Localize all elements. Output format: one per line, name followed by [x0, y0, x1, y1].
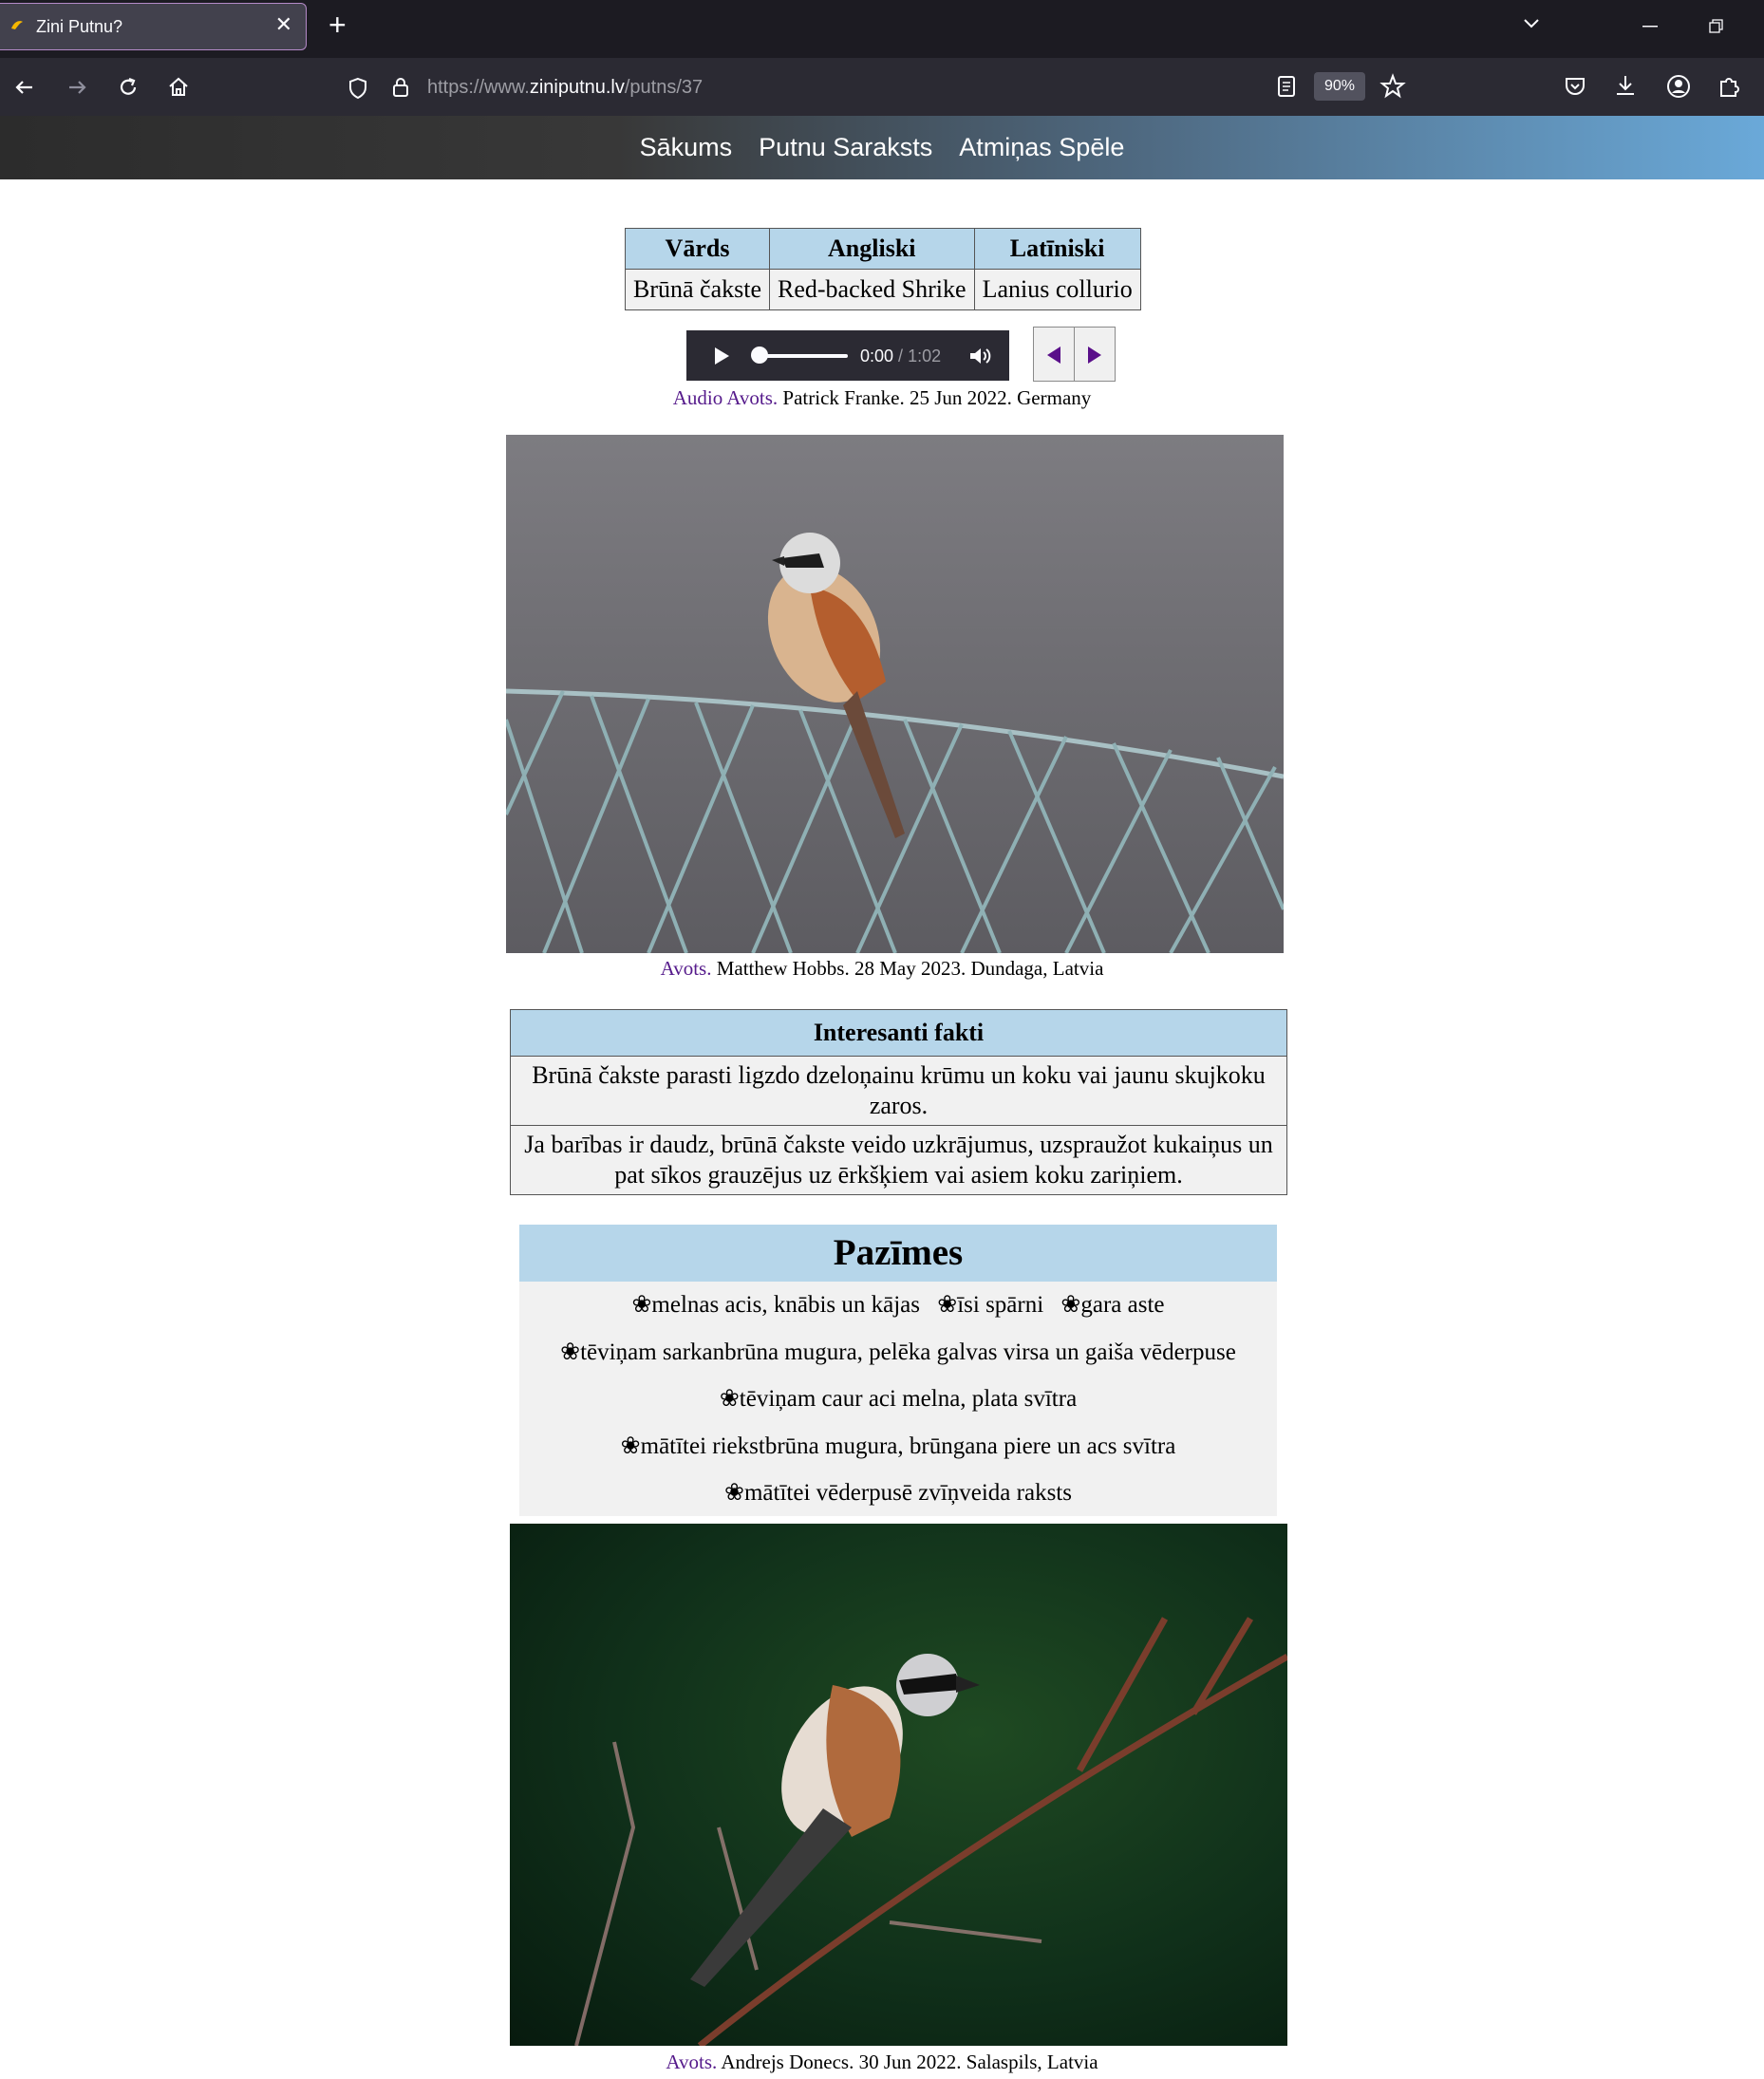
photo1-credit-text: Matthew Hobbs. 28 May 2023. Dundaga, Lat…	[711, 957, 1104, 980]
url-host: ziniputnu.lv	[529, 77, 625, 98]
arrow-right-icon	[1088, 346, 1101, 364]
name-latvian: Brūnā čakste	[624, 269, 771, 310]
browser-toolbar: https://www.ziniputnu.lv/putns/37 90%	[0, 58, 1764, 116]
facts-header: Interesanti fakti	[510, 1009, 1287, 1057]
bookmark-star-icon[interactable]	[1379, 73, 1406, 100]
header-latin: Latīniski	[973, 228, 1141, 270]
reader-view-icon[interactable]	[1276, 74, 1297, 99]
photo1-source-link[interactable]: Avots.	[661, 957, 712, 980]
photo1-credit: Avots. Matthew Hobbs. 28 May 2023. Dunda…	[0, 957, 1764, 981]
bird-favicon-icon	[11, 21, 23, 29]
feature-row: ❀melnas acis, knābis un kājas ❀īsi spārn…	[519, 1282, 1277, 1329]
audio-time: 0:00 / 1:02	[860, 346, 941, 366]
forward-icon[interactable]	[64, 74, 90, 101]
download-icon[interactable]	[1613, 73, 1638, 98]
audio-player: 0:00 / 1:02	[686, 330, 1009, 381]
restore-icon[interactable]	[1709, 19, 1724, 34]
bird-names-table: Vārds Angliski Latīniski Brūnā čakste Re…	[624, 228, 1141, 310]
name-latin: Lanius collurio	[973, 269, 1141, 310]
new-tab-button[interactable]: +	[328, 8, 347, 43]
tab-close-icon[interactable]: ✕	[275, 12, 292, 37]
zoom-level-button[interactable]: 90%	[1314, 72, 1365, 101]
site-navigation: Sākums Putnu Saraksts Atmiņas Spēle	[0, 116, 1764, 179]
home-icon[interactable]	[165, 74, 192, 101]
lock-icon[interactable]	[391, 76, 410, 99]
photo2-source-link[interactable]: Avots.	[666, 2051, 717, 2073]
audio-separator: /	[893, 346, 909, 365]
audio-current-time: 0:00	[860, 346, 894, 365]
feature-item: ❀gara aste	[1060, 1292, 1165, 1318]
nav-link-bird-list[interactable]: Putnu Saraksts	[759, 116, 932, 179]
audio-seek-handle[interactable]	[751, 346, 768, 364]
audio-credit-text: Patrick Franke. 25 Jun 2022. Germany	[778, 386, 1092, 409]
audio-credit: Audio Avots. Patrick Franke. 25 Jun 2022…	[0, 386, 1764, 410]
fact-item: Brūnā čakste parasti ligzdo dzeloņainu k…	[510, 1056, 1287, 1126]
header-english: Angliski	[769, 228, 975, 270]
url-text[interactable]: https://www.ziniputnu.lv/putns/37	[427, 77, 703, 99]
minimize-icon[interactable]	[1642, 26, 1658, 29]
photo2-credit: Avots. Andrejs Donecs. 30 Jun 2022. Sala…	[0, 2051, 1764, 2074]
bird-navigation-arrows	[1033, 327, 1117, 382]
header-name: Vārds	[624, 228, 771, 270]
audio-duration: 1:02	[908, 346, 942, 365]
next-bird-button[interactable]	[1074, 327, 1116, 382]
feature-item: ❀tēviņam caur aci melna, plata svītra	[719, 1386, 1078, 1412]
reload-icon[interactable]	[115, 74, 141, 101]
name-english: Red-backed Shrike	[769, 269, 975, 310]
fact-item: Ja barības ir daudz, brūnā čakste veido …	[510, 1125, 1287, 1195]
back-icon[interactable]	[11, 74, 38, 101]
nav-link-memory-game[interactable]: Atmiņas Spēle	[959, 116, 1124, 179]
feature-item: ❀mātītei riekstbrūna mugura, brūngana pi…	[620, 1433, 1176, 1459]
extensions-icon[interactable]	[1717, 73, 1743, 100]
chevron-down-icon[interactable]	[1521, 13, 1542, 34]
feature-item: ❀melnas acis, knābis un kājas	[631, 1292, 920, 1318]
browser-tab[interactable]: Zini Putnu? ✕	[0, 3, 307, 50]
bird-photo-fence-image	[506, 533, 1284, 953]
bird-photo-branch-image	[574, 1617, 1287, 2046]
browser-tab-strip: Zini Putnu? ✕ +	[0, 0, 1764, 58]
url-path: /putns/37	[624, 77, 704, 98]
bird-photo-branch	[510, 1524, 1287, 2046]
feature-item: ❀īsi spārni	[937, 1292, 1044, 1318]
features-title: Pazīmes	[519, 1225, 1277, 1282]
feature-item: ❀mātītei vēderpusē zvīņveida raksts	[724, 1480, 1072, 1506]
previous-bird-button[interactable]	[1033, 327, 1075, 382]
arrow-left-icon	[1047, 346, 1060, 364]
audio-source-link[interactable]: Audio Avots.	[673, 386, 778, 409]
interesting-facts-table: Interesanti fakti Brūnā čakste parasti l…	[510, 1009, 1287, 1195]
play-icon[interactable]	[711, 345, 732, 367]
address-bar[interactable]: https://www.ziniputnu.lv/putns/37	[332, 66, 1386, 109]
pocket-icon[interactable]	[1563, 74, 1587, 99]
feature-item: ❀tēviņam sarkanbrūna mugura, pelēka galv…	[560, 1339, 1236, 1365]
url-prefix: https://www.	[427, 77, 530, 98]
photo2-credit-text: Andrejs Donecs. 30 Jun 2022. Salaspils, …	[717, 2051, 1098, 2073]
volume-icon[interactable]	[967, 345, 992, 367]
account-icon[interactable]	[1665, 73, 1692, 100]
bird-photo-fence	[506, 435, 1284, 953]
audio-seek-bar[interactable]	[758, 354, 848, 358]
shield-icon[interactable]	[347, 77, 368, 100]
features-panel: Pazīmes ❀melnas acis, knābis un kājas ❀ī…	[519, 1225, 1277, 1516]
tab-title: Zini Putnu?	[36, 17, 123, 36]
nav-link-home[interactable]: Sākums	[640, 116, 733, 179]
